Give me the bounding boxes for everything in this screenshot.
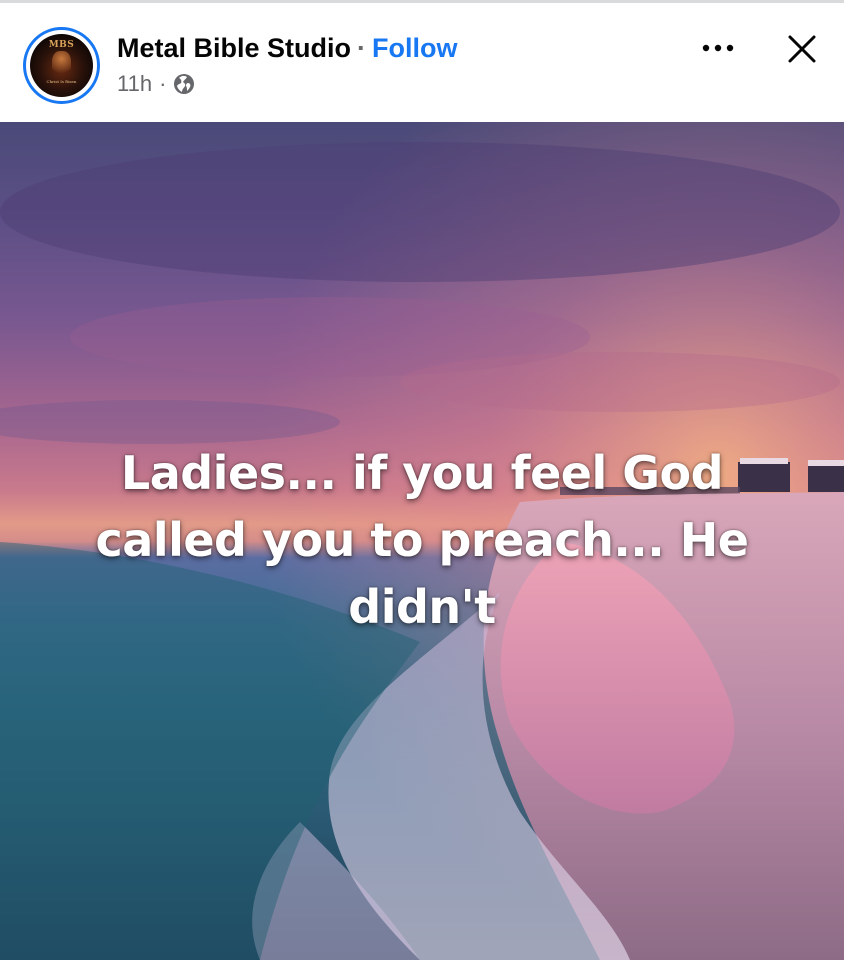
close-icon[interactable] bbox=[782, 29, 822, 69]
image-quote-text: Ladies... if you feel God called you to … bbox=[95, 446, 749, 634]
more-options-icon[interactable] bbox=[696, 33, 740, 63]
post-timestamp[interactable]: 11h bbox=[117, 71, 152, 97]
avatar-figure bbox=[52, 51, 71, 77]
post-header: MBS Christ Is Risen Metal Bible Studio · F… bbox=[0, 3, 844, 122]
title-separator: · bbox=[357, 33, 367, 63]
post-title-row: Metal Bible Studio · Follow bbox=[117, 33, 458, 64]
globe-icon[interactable] bbox=[173, 73, 195, 95]
post-meta: 11h · bbox=[117, 71, 195, 97]
meta-separator: · bbox=[159, 71, 167, 96]
page-avatar[interactable]: MBS Christ Is Risen bbox=[23, 27, 100, 104]
avatar-logo-text: MBS bbox=[48, 40, 75, 50]
avatar-image: MBS Christ Is Risen bbox=[30, 34, 93, 97]
page-name-link[interactable]: Metal Bible Studio bbox=[117, 33, 351, 63]
avatar-caption: Christ Is Risen bbox=[46, 79, 77, 84]
follow-button[interactable]: Follow bbox=[372, 33, 457, 63]
post-image[interactable]: Ladies... if you feel God called you to … bbox=[0, 122, 844, 960]
